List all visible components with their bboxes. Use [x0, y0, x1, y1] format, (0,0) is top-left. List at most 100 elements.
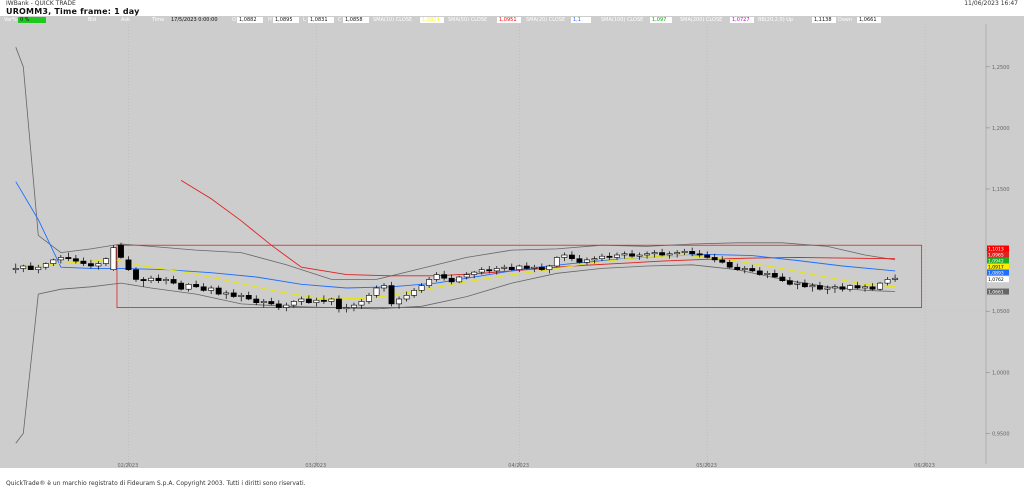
- candle: [599, 253, 605, 262]
- candle: [140, 277, 147, 287]
- candle: [238, 292, 245, 302]
- candle-body: [666, 253, 673, 256]
- candle-body: [155, 277, 162, 281]
- candlestick-chart[interactable]: 1,25001,20001,15001,10001,05001,00000,95…: [0, 24, 1024, 469]
- candle-body: [486, 269, 493, 272]
- candle-body: [230, 292, 237, 297]
- candle: [877, 281, 883, 291]
- open-value-box: 1,0882: [237, 17, 263, 23]
- candle: [366, 292, 372, 304]
- candle-body: [57, 257, 64, 261]
- candle-body: [328, 298, 335, 302]
- candle-body: [103, 258, 109, 264]
- candle: [441, 270, 448, 281]
- sma20-value-box: 1,1: [571, 17, 591, 23]
- chart-grid: [4, 24, 982, 464]
- candle: [223, 290, 230, 299]
- var-label: Var%: [4, 17, 17, 23]
- candle-body: [298, 298, 305, 302]
- candle: [275, 300, 282, 310]
- candle-body: [546, 265, 553, 270]
- price-tag: 1,1013: [987, 245, 1009, 252]
- candle-body: [824, 287, 831, 290]
- candle-body: [681, 251, 688, 253]
- candle: [208, 285, 215, 295]
- candle: [253, 295, 260, 306]
- candle-body: [538, 266, 545, 270]
- footer: QuickTrade® è un marchio registrato di F…: [0, 468, 1024, 492]
- candle-body: [223, 292, 230, 295]
- candle-body: [193, 284, 200, 288]
- candle-body: [561, 254, 568, 258]
- candle-body: [501, 266, 508, 269]
- candle-body: [786, 280, 793, 285]
- candle-body: [170, 279, 177, 284]
- candle: [681, 248, 688, 255]
- candle-body: [599, 255, 605, 259]
- candle: [726, 259, 733, 269]
- close-label: C: [338, 17, 342, 23]
- candle: [133, 267, 139, 282]
- candle-body: [584, 259, 590, 263]
- candle-body: [200, 286, 207, 291]
- sma10-value-box: 1,0874: [420, 17, 444, 23]
- price-tag-label: 1,0893: [988, 270, 1004, 276]
- candle: [629, 250, 635, 258]
- candle-body: [516, 265, 523, 270]
- candle-body: [696, 253, 703, 256]
- datetime-display: 11/06/2023 16:47: [964, 0, 1018, 7]
- candle-body: [320, 299, 327, 302]
- candle: [80, 257, 87, 266]
- candle-body: [719, 259, 726, 263]
- candle-body: [689, 251, 696, 255]
- bollinger-upper-line: [15, 47, 896, 280]
- close-value: 1,0858: [345, 17, 363, 23]
- candle: [884, 277, 891, 286]
- candle: [501, 264, 508, 271]
- bollinger-lower-line: [15, 264, 896, 444]
- candle-body: [568, 254, 575, 259]
- candle-body: [418, 285, 425, 291]
- price-axis: 1,25001,20001,15001,10001,05001,00000,95…: [985, 24, 1010, 464]
- candle-body: [441, 274, 448, 279]
- candle-body: [351, 304, 357, 308]
- candle-body: [591, 258, 598, 261]
- candle-body: [313, 299, 320, 303]
- price-tag-label: 1,0762: [988, 277, 1004, 283]
- open-label: O: [232, 17, 236, 23]
- chart-area[interactable]: 1,25001,20001,15001,10001,05001,00000,95…: [0, 24, 1024, 469]
- candle-body: [816, 285, 823, 290]
- candle: [568, 251, 575, 262]
- candle: [163, 277, 170, 285]
- candle-body: [764, 273, 771, 275]
- price-tag-label: 1,0917: [988, 264, 1004, 270]
- candle: [734, 263, 741, 271]
- candle: [523, 262, 530, 270]
- candle-body: [35, 266, 42, 270]
- sma200-label: SMA(200) CLOSE: [680, 17, 723, 23]
- sma10-label: SMA(10) CLOSE: [373, 17, 413, 23]
- candle-body: [711, 257, 718, 261]
- candle-body: [862, 286, 868, 289]
- time-label: Time: [152, 17, 165, 23]
- candle: [125, 256, 132, 271]
- candle-body: [366, 295, 372, 302]
- low-label: L: [303, 17, 306, 23]
- candle-body: [426, 279, 433, 286]
- candle-body: [178, 282, 185, 290]
- candle-body: [27, 265, 34, 270]
- candle-body: [148, 277, 154, 281]
- candle-body: [839, 286, 846, 290]
- price-tick-label: 1,2000: [992, 126, 1010, 132]
- candle-body: [433, 274, 440, 280]
- candle: [621, 251, 628, 259]
- low-value-box: 1,0831: [308, 17, 334, 23]
- candle: [892, 274, 899, 282]
- candle: [606, 252, 613, 260]
- candle-body: [110, 247, 117, 270]
- candle: [666, 251, 673, 259]
- close-value-box: 1,0858: [343, 17, 369, 23]
- candle-body: [87, 263, 94, 267]
- candle: [27, 262, 34, 270]
- candle: [674, 250, 681, 258]
